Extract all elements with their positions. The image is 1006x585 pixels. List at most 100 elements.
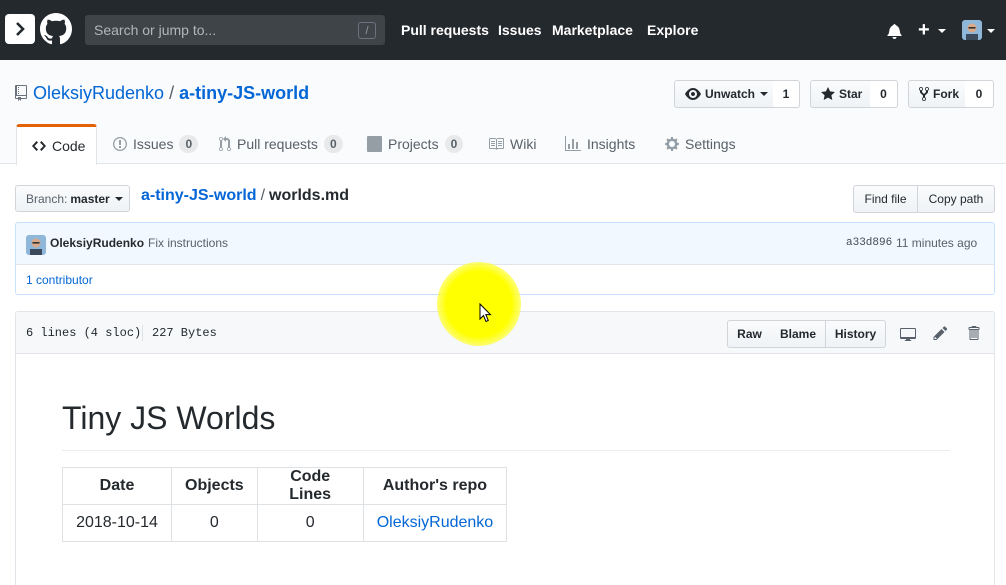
desktop-icon[interactable]	[900, 326, 916, 342]
nav-pull-requests[interactable]: Pull requests	[401, 22, 489, 38]
markdown-table: Date Objects Code Lines Author's repo 20…	[62, 467, 508, 542]
tab-code[interactable]: Code	[16, 124, 97, 165]
file-size: 227 Bytes	[152, 326, 217, 340]
search-box[interactable]: /	[85, 15, 385, 45]
mouse-cursor-icon	[479, 303, 492, 323]
branch-value: master	[70, 191, 110, 206]
fork-button[interactable]: Fork	[908, 80, 966, 108]
tab-issues-label: Issues	[133, 136, 174, 152]
star-icon	[821, 87, 835, 100]
blame-label: Blame	[779, 327, 817, 341]
tab-wiki-label: Wiki	[510, 136, 537, 152]
fork-count[interactable]: 0	[965, 80, 994, 108]
repo-name-link[interactable]: a-tiny-JS-world	[179, 83, 309, 103]
tab-pull-requests-count: 0	[323, 135, 343, 153]
create-new-button[interactable]: +	[918, 20, 930, 40]
trash-icon[interactable]	[967, 325, 980, 341]
table-header-code-lines: Code Lines	[256, 467, 364, 505]
pull-request-icon	[219, 136, 231, 152]
avatar-caret-icon	[987, 29, 995, 33]
watch-count[interactable]: 1	[773, 80, 800, 108]
table-cell-objects: 0	[171, 504, 258, 542]
user-avatar[interactable]	[962, 20, 982, 40]
unwatch-button[interactable]: Unwatch	[674, 80, 774, 108]
tab-projects-count: 0	[444, 135, 464, 153]
branch-caret-icon	[114, 196, 123, 201]
copy-path-label: Copy path	[928, 192, 984, 206]
table-row: 2018-10-14 0 0 OleksiyRudenko	[62, 504, 508, 542]
breadcrumb-separator: /	[260, 187, 266, 204]
history-label: History	[834, 327, 877, 341]
table-header-objects: Objects	[171, 467, 258, 505]
nav-marketplace[interactable]: Marketplace	[552, 22, 633, 38]
create-caret-icon	[938, 29, 946, 33]
contributors-link[interactable]: 1 contributor	[26, 273, 93, 287]
commit-author-avatar[interactable]	[26, 235, 46, 255]
commit-time: 11 minutes ago	[896, 236, 978, 250]
copy-path-button[interactable]: Copy path	[917, 185, 995, 213]
unwatch-caret-icon	[760, 92, 769, 96]
markdown-title: Tiny JS Worlds	[62, 400, 276, 436]
branch-label: Branch:	[26, 191, 68, 206]
graph-icon	[565, 136, 581, 152]
tab-code-label: Code	[52, 138, 86, 154]
star-button[interactable]: Star	[810, 80, 871, 108]
repo-title: OleksiyRudenko / a-tiny-JS-world	[33, 83, 309, 104]
commit-message[interactable]: Fix instructions	[148, 236, 228, 250]
bell-icon[interactable]	[887, 23, 902, 39]
nav-issues[interactable]: Issues	[498, 22, 542, 38]
breadcrumb: a-tiny-JS-world / worlds.md	[141, 187, 349, 205]
raw-label: Raw	[737, 327, 762, 341]
find-file-button[interactable]: Find file	[853, 185, 918, 213]
star-label: Star	[839, 87, 863, 101]
blame-button[interactable]: Blame	[771, 320, 826, 348]
raw-button[interactable]: Raw	[727, 320, 772, 348]
eye-icon	[685, 88, 701, 100]
fork-label: Fork	[933, 87, 960, 101]
history-button[interactable]: History	[825, 320, 886, 348]
file-info-divider	[142, 325, 143, 341]
unwatch-label: Unwatch	[705, 87, 756, 101]
tab-projects[interactable]: Projects 0	[367, 124, 464, 164]
table-header-authors-repo: Author's repo	[362, 467, 508, 505]
table-header-row: Date Objects Code Lines Author's repo	[62, 467, 508, 505]
tab-issues[interactable]: Issues 0	[113, 124, 199, 164]
tab-insights-label: Insights	[587, 136, 636, 152]
project-icon	[367, 136, 382, 152]
chevron-right-icon	[16, 22, 25, 36]
repo-owner-link[interactable]: OleksiyRudenko	[33, 83, 164, 103]
nav-explore[interactable]: Explore	[647, 22, 698, 38]
commit-author[interactable]: OleksiyRudenko	[50, 236, 144, 250]
branch-select-button[interactable]: Branch: master	[15, 185, 130, 212]
tab-settings-label: Settings	[685, 136, 736, 152]
gear-icon	[665, 136, 679, 152]
table-cell-date: 2018-10-14	[62, 504, 172, 542]
tab-issues-count: 0	[179, 135, 199, 153]
pencil-icon[interactable]	[933, 325, 948, 341]
search-input[interactable]	[86, 16, 384, 44]
file-lines-info: 6 lines (4 sloc)	[26, 326, 142, 340]
tab-insights[interactable]: Insights	[565, 124, 635, 164]
sidebar-toggle-button[interactable]	[5, 14, 35, 44]
repo-icon	[15, 85, 27, 101]
global-header: / Pull requests Issues Marketplace Explo…	[0, 0, 1006, 60]
tab-projects-label: Projects	[388, 136, 439, 152]
find-file-label: Find file	[864, 192, 907, 206]
markdown-title-rule	[62, 450, 950, 451]
star-count[interactable]: 0	[870, 80, 898, 108]
tab-pull-requests[interactable]: Pull requests 0	[219, 124, 343, 164]
commit-tease: OleksiyRudenko Fix instructions a33d896 …	[15, 222, 995, 265]
commit-sha[interactable]: a33d896	[846, 237, 892, 249]
file-box: 6 lines (4 sloc) 227 Bytes Raw Blame His…	[15, 311, 995, 585]
tab-wiki[interactable]: Wiki	[488, 124, 536, 164]
tab-settings[interactable]: Settings	[665, 124, 736, 164]
search-shortcut-key: /	[358, 22, 376, 39]
authors-repo-link[interactable]: OleksiyRudenko	[377, 514, 494, 531]
table-header-date: Date	[62, 467, 172, 505]
issue-icon	[113, 136, 127, 152]
breadcrumb-repo-link[interactable]: a-tiny-JS-world	[141, 187, 257, 204]
table-cell-authors-repo: OleksiyRudenko	[362, 504, 508, 542]
github-logo-icon[interactable]	[40, 13, 72, 45]
fork-icon	[919, 86, 929, 102]
repo-title-separator: /	[169, 83, 175, 103]
